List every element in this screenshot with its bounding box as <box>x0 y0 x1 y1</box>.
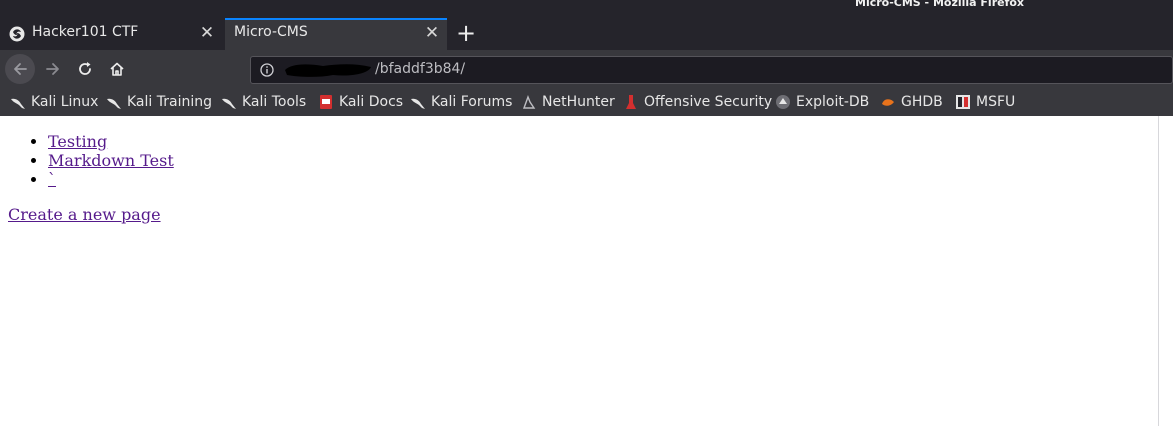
hacker101-favicon-icon <box>9 26 25 42</box>
bookmark-nethunter[interactable]: NetHunter <box>521 93 615 111</box>
home-icon <box>110 62 124 76</box>
bookmark-kali-training[interactable]: Kali Training <box>106 93 212 111</box>
window-title: Micro-CMS - Mozilla Firefox <box>855 0 1025 9</box>
scrollbar-track[interactable] <box>1158 116 1173 426</box>
page-list: Testing Markdown Test ` <box>0 132 174 189</box>
tab-micro-cms[interactable]: Micro-CMS ✕ <box>225 18 447 50</box>
url-path-text: /bfaddf3b84/ <box>375 61 466 77</box>
url-bar[interactable]: /bfaddf3b84/ <box>250 56 1173 84</box>
page-link-markdown-test[interactable]: Markdown Test <box>48 151 174 170</box>
bookmark-exploit-db[interactable]: Exploit-DB <box>775 93 869 111</box>
tab-strip: Hacker101 CTF ✕ Micro-CMS ✕ + <box>0 18 1173 50</box>
kali-dragon-icon <box>222 98 236 109</box>
page-link-testing[interactable]: Testing <box>48 132 107 151</box>
bookmarks-toolbar: Kali Linux Kali Training Kali Tools Kali… <box>0 88 1173 116</box>
bookmark-kali-forums[interactable]: Kali Forums <box>410 93 512 111</box>
list-item: Testing <box>48 132 174 151</box>
kali-docs-icon <box>320 95 332 109</box>
ghdb-icon <box>882 99 894 106</box>
close-tab-icon[interactable]: ✕ <box>197 23 217 43</box>
create-new-page-link[interactable]: Create a new page <box>8 205 161 224</box>
tab-title: Hacker101 CTF <box>32 24 139 40</box>
new-tab-plus-icon[interactable]: + <box>454 21 478 46</box>
reload-icon <box>79 62 91 75</box>
home-button[interactable] <box>102 54 132 84</box>
list-item: ` <box>48 170 174 189</box>
kali-dragon-icon <box>411 98 425 109</box>
msfu-icon <box>956 95 970 109</box>
nethunter-icon <box>523 95 536 109</box>
list-item: Markdown Test <box>48 151 174 170</box>
bookmark-msfu[interactable]: MSFU <box>955 93 1015 111</box>
exploitdb-icon <box>776 95 790 109</box>
reload-button[interactable] <box>70 54 100 84</box>
navigation-toolbar: /bfaddf3b84/ <box>0 50 1173 88</box>
back-arrow-icon <box>14 63 27 75</box>
page-content: Testing Markdown Test ` Create a new pag… <box>0 116 1158 426</box>
bookmark-kali-tools[interactable]: Kali Tools <box>221 93 306 111</box>
bookmark-kali-linux[interactable]: Kali Linux <box>10 93 98 111</box>
browser-chrome: Micro-CMS - Mozilla Firefox Hacker101 CT… <box>0 0 1173 116</box>
kali-dragon-icon <box>107 98 121 109</box>
info-icon[interactable] <box>260 63 274 77</box>
forward-button[interactable] <box>38 54 68 84</box>
title-bar: Micro-CMS - Mozilla Firefox <box>0 0 1173 18</box>
back-button[interactable] <box>5 54 35 84</box>
page-link-backtick[interactable]: ` <box>48 170 56 189</box>
kali-dragon-icon <box>11 98 25 109</box>
offsec-icon <box>626 95 636 109</box>
bookmark-ghdb[interactable]: GHDB <box>880 93 943 111</box>
close-tab-icon[interactable]: ✕ <box>422 23 442 43</box>
bookmark-kali-docs[interactable]: Kali Docs <box>318 93 403 111</box>
redacted-host-mark <box>285 64 371 77</box>
forward-arrow-icon <box>46 63 59 75</box>
bookmark-offensive-security[interactable]: Offensive Security <box>623 93 772 111</box>
tab-title: Micro-CMS <box>234 24 308 40</box>
tab-hacker101[interactable]: Hacker101 CTF ✕ <box>0 18 224 50</box>
